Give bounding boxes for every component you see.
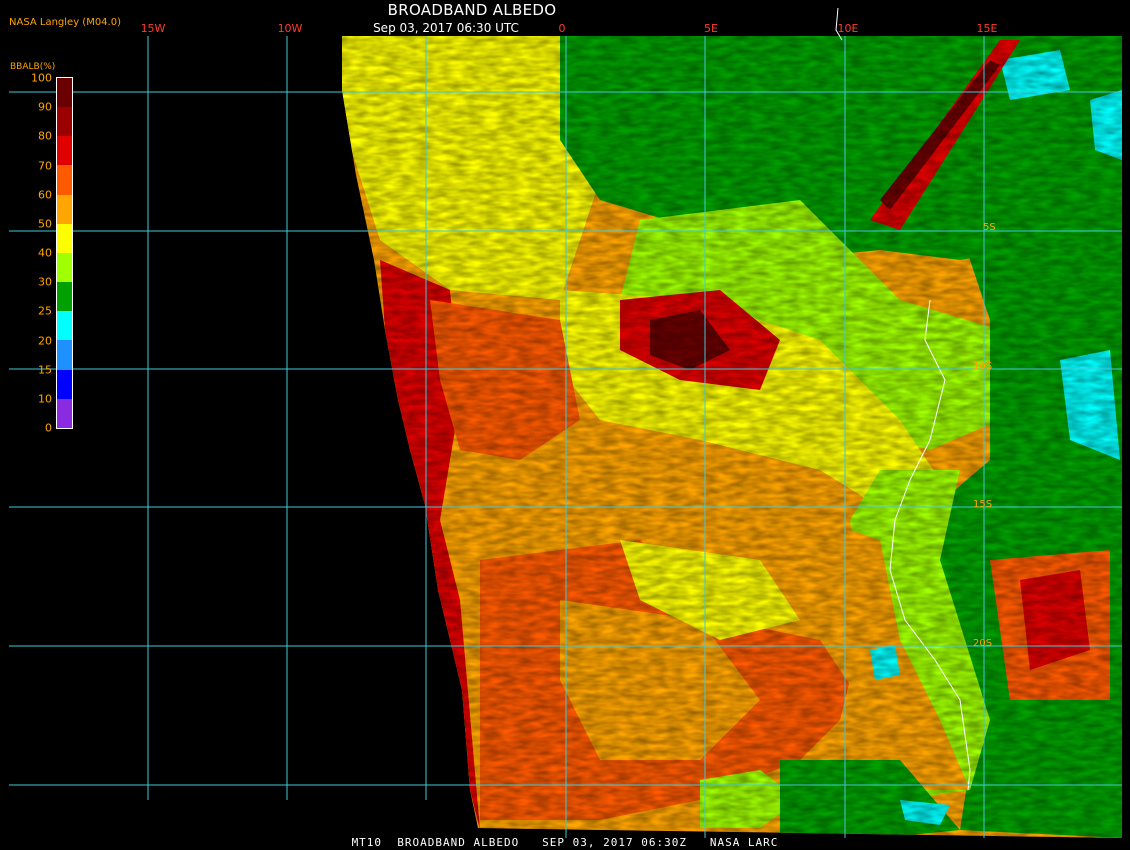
producer-label: NASA Langley (M04.0) xyxy=(9,17,121,28)
albedo-data-swath xyxy=(342,36,1122,838)
legend-tick-label: 40 xyxy=(38,246,52,260)
legend-tick-label: 25 xyxy=(38,304,52,318)
legend-tick-label: 80 xyxy=(38,129,52,143)
legend-tick-label: 60 xyxy=(38,188,52,202)
legend-swatch xyxy=(57,311,72,341)
legend-tick-label: 15 xyxy=(38,363,52,377)
lat-label-10s: 10S xyxy=(973,361,993,372)
lat-label-20s: 20S xyxy=(973,638,993,649)
lon-label-0: 0 xyxy=(558,22,566,35)
legend-swatch xyxy=(57,369,72,399)
lon-label-5e: 5E xyxy=(704,22,718,35)
legend-swatch xyxy=(57,107,72,137)
legend-tick-label: 30 xyxy=(38,275,52,289)
legend-tick-label: 50 xyxy=(38,217,52,231)
legend-swatch xyxy=(57,136,72,166)
legend-tick-label: 100 xyxy=(31,71,52,85)
legend-tick-label: 20 xyxy=(38,334,52,347)
lat-label-5s: 5S xyxy=(983,222,996,233)
lon-label-10e: 10E xyxy=(837,22,859,35)
legend-tick-label: 90 xyxy=(38,100,52,114)
albedo-map xyxy=(9,7,1122,838)
lat-label-15s: 15S xyxy=(973,499,993,510)
legend-swatch xyxy=(57,282,72,312)
lon-label-15e: 15E xyxy=(976,22,998,35)
legend-colorbar xyxy=(56,77,73,429)
legend-swatch xyxy=(57,252,72,283)
legend-unit-label: BBALB(%) xyxy=(10,62,56,72)
legend-tick-label: 10 xyxy=(38,392,52,406)
map-timestamp: Sep 03, 2017 06:30 UTC xyxy=(373,21,519,35)
legend-swatch xyxy=(57,398,72,428)
legend-swatch xyxy=(57,340,72,370)
footer-caption: MT10 BROADBAND ALBEDO SEP 03, 2017 06:30… xyxy=(351,836,779,849)
legend-tick-label: 0 xyxy=(45,421,52,435)
legend-swatch xyxy=(57,194,72,224)
map-title: BROADBAND ALBEDO xyxy=(387,1,557,19)
lon-label-10w: 10W xyxy=(277,22,303,35)
legend-tick-label: 70 xyxy=(38,159,52,172)
legend-swatch xyxy=(57,223,72,253)
legend-swatch xyxy=(57,78,72,108)
legend-swatch xyxy=(57,165,72,195)
lon-label-15w: 15W xyxy=(140,22,166,35)
